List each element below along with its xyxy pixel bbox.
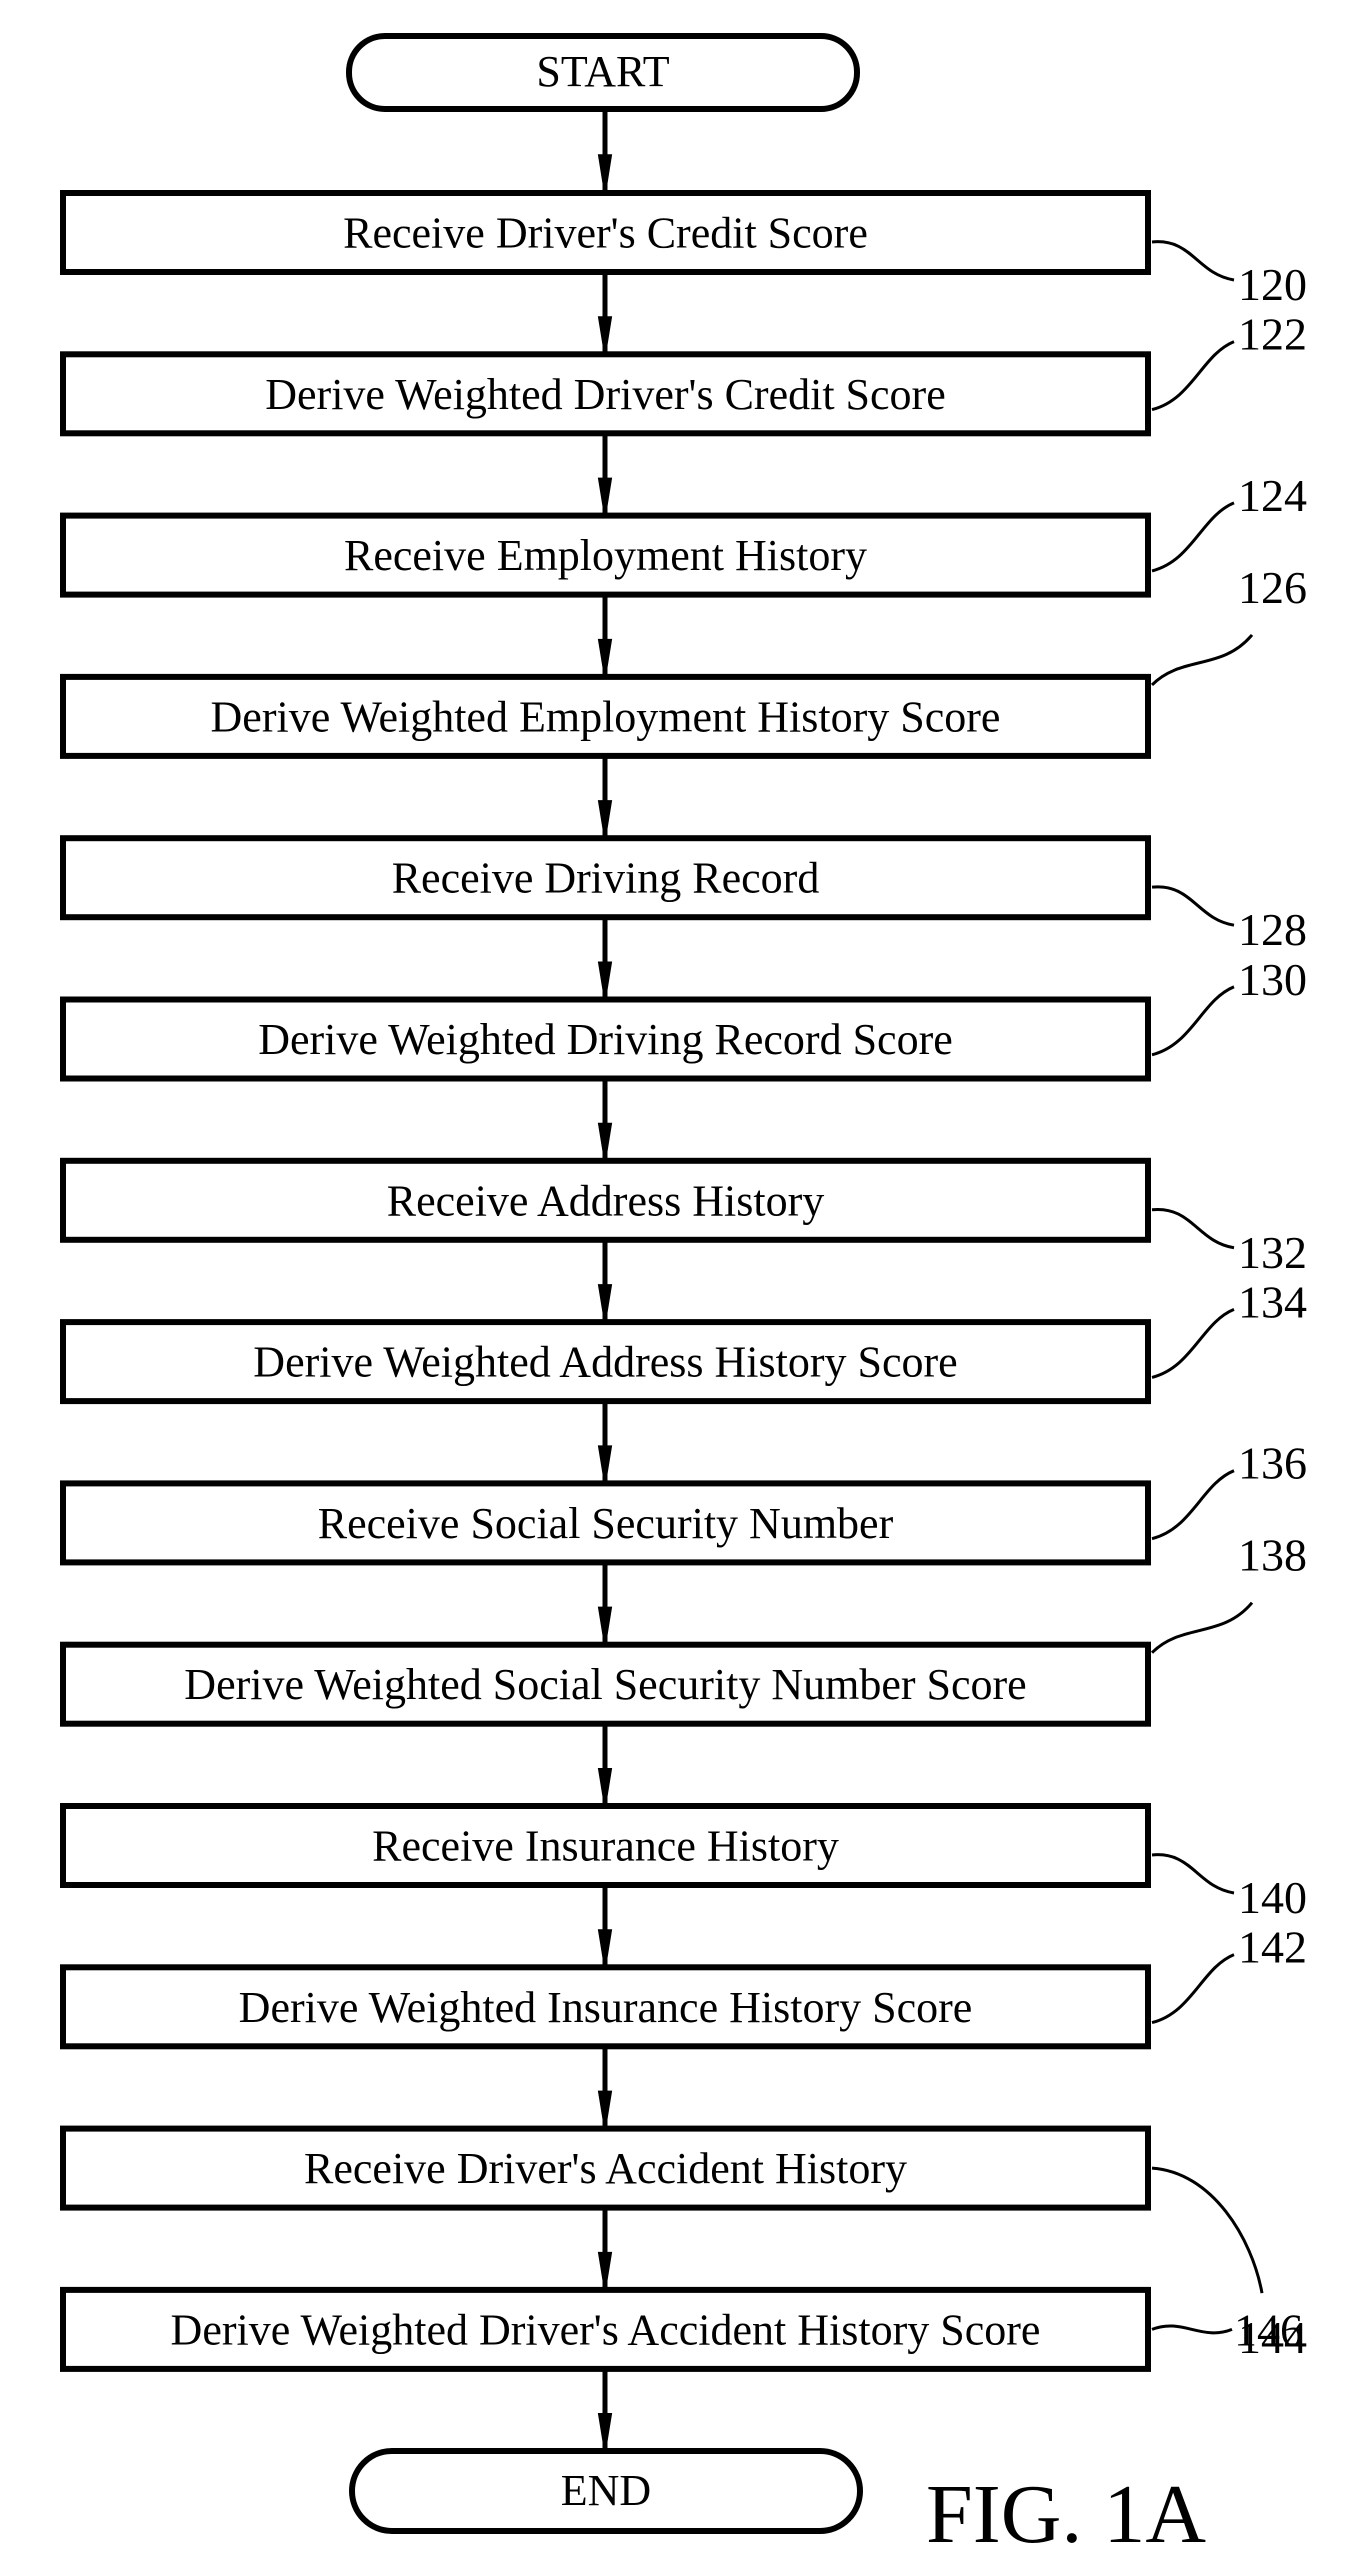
process-step: Derive Weighted Driver's Credit Score 122 xyxy=(60,309,1307,437)
reference-number: 146 xyxy=(1234,2304,1303,2355)
process-step-label: Receive Address History xyxy=(387,1176,824,1225)
process-step: Receive Driving Record 128 xyxy=(60,835,1307,955)
reference-leader-line xyxy=(1151,1853,1235,1895)
process-step-label: Receive Driver's Credit Score xyxy=(343,209,868,258)
reference-leader-line xyxy=(1150,1601,1254,1654)
reference-number: 126 xyxy=(1238,562,1307,613)
arrowhead-icon xyxy=(597,2251,613,2291)
reference-leader-line xyxy=(1151,985,1235,1057)
reference-number: 134 xyxy=(1238,1276,1307,1327)
arrow-step-14-to-next xyxy=(597,2368,613,2452)
reference-number: 120 xyxy=(1238,259,1307,310)
reference-leader-line xyxy=(1151,885,1235,927)
process-step: Derive Weighted Driver's Accident Histor… xyxy=(60,2286,1303,2372)
connectors xyxy=(597,109,613,2452)
arrow-step-9-to-next xyxy=(597,1562,613,1645)
process-step: Receive Address History 132 xyxy=(60,1157,1307,1278)
process-step: Derive Weighted Driving Record Score 130 xyxy=(60,954,1307,1082)
arrow-step-1-to-next xyxy=(597,272,613,355)
process-step: Receive Employment History 124 xyxy=(60,470,1307,598)
reference-number: 140 xyxy=(1238,1872,1307,1923)
arrowhead-icon xyxy=(597,1929,613,1968)
reference-number: 138 xyxy=(1238,1530,1307,1581)
reference-leader-line xyxy=(1151,1308,1235,1379)
reference-number: 122 xyxy=(1238,309,1307,360)
arrow-step-10-to-next xyxy=(597,1723,613,1807)
reference-leader-line xyxy=(1151,340,1235,412)
figure-label: FIG. 1A xyxy=(926,2468,1206,2561)
process-step: Receive Insurance History 140 xyxy=(60,1803,1307,1923)
reference-leader-line xyxy=(1151,1469,1235,1541)
process-step-label: Receive Social Security Number xyxy=(318,1499,894,1548)
start-terminal: START xyxy=(346,33,860,112)
arrow-step-7-to-next xyxy=(597,1239,613,1323)
arrowhead-icon xyxy=(597,800,613,839)
end-label: END xyxy=(561,2466,651,2515)
reference-leader-line xyxy=(1151,2166,1264,2294)
arrow-step-6-to-next xyxy=(597,1078,613,1161)
arrow-step-8-to-next xyxy=(597,1401,613,1484)
arrow-start-to-step-1 xyxy=(597,109,613,194)
process-step-label: Derive Weighted Driver's Accident Histor… xyxy=(171,2305,1041,2354)
arrow-step-11-to-next xyxy=(597,1885,613,1968)
process-step: Receive Driver's Credit Score 120 xyxy=(60,190,1307,310)
reference-number: 124 xyxy=(1238,470,1307,521)
process-step-label: Derive Weighted Address History Score xyxy=(253,1338,957,1387)
reference-leader-line xyxy=(1151,1953,1235,2025)
arrowhead-icon xyxy=(597,1606,613,1645)
reference-number: 128 xyxy=(1238,904,1307,955)
process-step: Receive Social Security Number 136 xyxy=(60,1438,1307,1566)
reference-leader-line xyxy=(1151,2324,1233,2335)
reference-number: 142 xyxy=(1238,1922,1307,1973)
process-step-label: Derive Weighted Social Security Number S… xyxy=(184,1660,1026,1709)
arrowhead-icon xyxy=(597,1767,613,1807)
process-step-label: Receive Driving Record xyxy=(392,854,820,903)
arrow-step-4-to-next xyxy=(597,755,613,839)
reference-leader-line xyxy=(1151,1208,1235,1250)
arrowhead-icon xyxy=(597,1445,613,1484)
process-step: Derive Weighted Insurance History Score 1… xyxy=(60,1922,1307,2050)
arrowhead-icon xyxy=(597,154,613,194)
start-label: START xyxy=(536,47,669,96)
reference-number: 132 xyxy=(1238,1227,1307,1278)
reference-number: 130 xyxy=(1238,954,1307,1005)
process-step-label: Derive Weighted Insurance History Score xyxy=(239,1983,973,2032)
arrow-step-12-to-next xyxy=(597,2046,613,2129)
flowchart-canvas: START Receive Driver's Credit Score120De… xyxy=(60,33,1307,2561)
process-step-label: Receive Employment History xyxy=(344,531,867,580)
arrowhead-icon xyxy=(597,316,613,355)
reference-leader-line xyxy=(1151,240,1235,282)
arrowhead-icon xyxy=(597,961,613,1000)
process-step-label: Derive Weighted Driver's Credit Score xyxy=(265,370,945,419)
reference-number: 136 xyxy=(1238,1438,1307,1489)
process-steps: Receive Driver's Credit Score120Derive W… xyxy=(60,190,1307,2372)
arrow-step-3-to-next xyxy=(597,594,613,678)
arrowhead-icon xyxy=(597,477,613,516)
arrowhead-icon xyxy=(597,2413,613,2452)
process-step-label: Derive Weighted Employment History Score xyxy=(211,692,1001,741)
end-terminal: END xyxy=(349,2448,863,2534)
arrow-step-2-to-next xyxy=(597,433,613,516)
arrowhead-icon xyxy=(597,1122,613,1161)
reference-leader-line xyxy=(1151,501,1235,573)
arrow-step-13-to-next xyxy=(597,2207,613,2291)
reference-leader-line xyxy=(1150,633,1254,686)
process-step-label: Derive Weighted Driving Record Score xyxy=(258,1015,953,1064)
process-step-label: Receive Insurance History xyxy=(372,1822,839,1871)
arrowhead-icon xyxy=(597,1284,613,1323)
arrowhead-icon xyxy=(597,2090,613,2129)
process-step: Derive Weighted Address History Score 134 xyxy=(60,1276,1307,1405)
arrow-step-5-to-next xyxy=(597,917,613,1000)
process-step-label: Receive Driver's Accident History xyxy=(304,2144,907,2193)
arrowhead-icon xyxy=(597,638,613,678)
